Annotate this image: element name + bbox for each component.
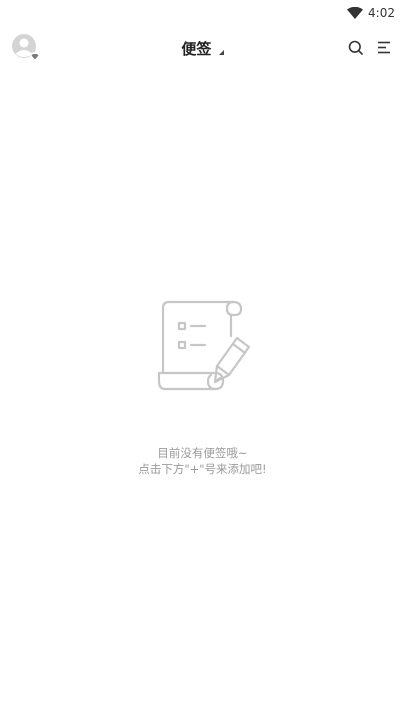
app-bar: 便签 [0,26,405,72]
status-time: 4:02 [368,6,395,20]
empty-hint-line-2: 点击下方"+"号来添加吧! [138,462,267,476]
menu-icon[interactable] [377,41,391,54]
page-title: 便签 [181,40,212,58]
search-icon[interactable] [348,40,363,55]
dropdown-corner-icon [218,50,224,55]
wifi-icon [347,7,364,19]
empty-hint-line-1: 目前没有便签哦~ [157,446,248,460]
status-bar: 4:02 [0,0,405,26]
title-area[interactable]: 便签 [0,38,405,59]
empty-hint: 目前没有便签哦~ 点击下方"+"号来添加吧! [0,445,405,477]
note-scroll-with-pencil-icon [157,300,251,391]
